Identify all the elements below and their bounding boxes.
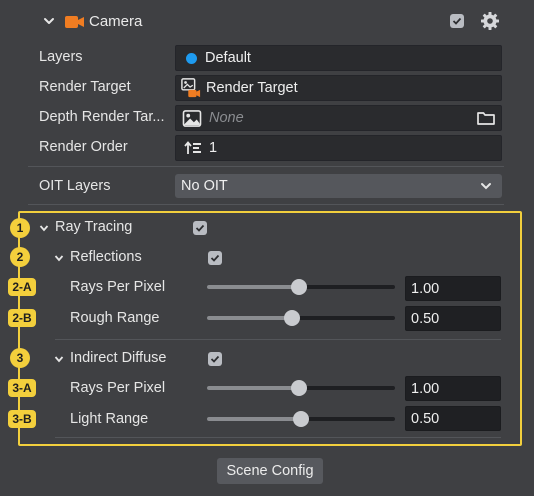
sort-order-icon [184, 141, 201, 154]
rough-range-input[interactable]: 0.50 [405, 306, 501, 331]
indirect-rays-per-pixel-label: Rays Per Pixel [70, 380, 166, 396]
depth-render-target-label: Depth Render Tar... [39, 109, 165, 125]
check-icon [452, 17, 462, 25]
camera-icon [65, 16, 84, 28]
badge-2a: 2-A [8, 278, 36, 296]
layers-label: Layers [39, 49, 83, 65]
slider-fill [207, 386, 299, 390]
layers-field[interactable]: Default [175, 45, 502, 71]
slider-thumb[interactable] [284, 310, 300, 326]
scene-config-button[interactable]: Scene Config [217, 458, 323, 484]
light-range-slider[interactable] [207, 411, 395, 427]
badge-2b: 2-B [8, 309, 36, 327]
rough-range-slider[interactable] [207, 310, 395, 326]
divider [55, 339, 501, 340]
render-order-field[interactable]: 1 [175, 135, 502, 161]
indirect-diffuse-checkbox[interactable] [208, 352, 222, 366]
badge-3b: 3-B [8, 410, 36, 428]
slider-fill [207, 285, 299, 289]
chevron-down-icon [481, 183, 491, 190]
render-order-label: Render Order [39, 139, 128, 155]
gear-icon[interactable] [480, 11, 500, 31]
render-order-value: 1 [209, 140, 218, 156]
image-icon [182, 109, 202, 127]
depth-render-target-value: None [209, 110, 244, 126]
badge-2: 2 [10, 247, 30, 267]
component-title: Camera [89, 13, 143, 30]
reflections-rays-per-pixel-slider[interactable] [207, 279, 395, 295]
indirect-rays-per-pixel-slider[interactable] [207, 380, 395, 396]
reflections-rays-per-pixel-label: Rays Per Pixel [70, 279, 166, 295]
expand-caret-icon[interactable] [54, 354, 64, 364]
ray-tracing-checkbox[interactable] [193, 221, 207, 235]
render-target-value: Render Target [206, 80, 298, 96]
indirect-rays-per-pixel-input[interactable]: 1.00 [405, 376, 501, 401]
render-target-field[interactable]: Render Target [175, 75, 502, 101]
render-target-icon [181, 78, 201, 98]
light-range-input[interactable]: 0.50 [405, 406, 501, 431]
slider-thumb[interactable] [293, 411, 309, 427]
depth-render-target-field[interactable]: None [175, 105, 502, 131]
oit-layers-value: No OIT [181, 178, 228, 194]
ray-tracing-label: Ray Tracing [55, 219, 133, 235]
light-range-label: Light Range [70, 411, 149, 427]
badge-1: 1 [10, 218, 30, 238]
divider [28, 166, 504, 167]
slider-fill [207, 417, 301, 421]
component-enabled-checkbox[interactable] [450, 14, 464, 28]
folder-icon[interactable] [477, 111, 495, 126]
check-icon [210, 355, 220, 363]
indirect-diffuse-label: Indirect Diffuse [70, 350, 167, 366]
expand-caret-icon[interactable] [39, 223, 49, 233]
slider-thumb[interactable] [291, 279, 307, 295]
divider [55, 437, 501, 438]
badge-3a: 3-A [8, 379, 36, 397]
expand-caret-icon[interactable] [54, 253, 64, 263]
rough-range-label: Rough Range [70, 310, 160, 326]
badge-3: 3 [10, 348, 30, 368]
layer-dot-icon [186, 52, 197, 64]
divider [28, 204, 504, 205]
collapse-chevron-icon[interactable] [42, 14, 56, 28]
reflections-label: Reflections [70, 249, 142, 265]
layers-value: Default [205, 50, 251, 66]
slider-thumb[interactable] [291, 380, 307, 396]
oit-layers-select[interactable]: No OIT [175, 174, 502, 198]
check-icon [210, 254, 220, 262]
reflections-checkbox[interactable] [208, 251, 222, 265]
oit-layers-label: OIT Layers [39, 178, 111, 194]
check-icon [195, 224, 205, 232]
reflections-rays-per-pixel-input[interactable]: 1.00 [405, 276, 501, 301]
render-target-label: Render Target [39, 79, 131, 95]
slider-fill [207, 316, 292, 320]
